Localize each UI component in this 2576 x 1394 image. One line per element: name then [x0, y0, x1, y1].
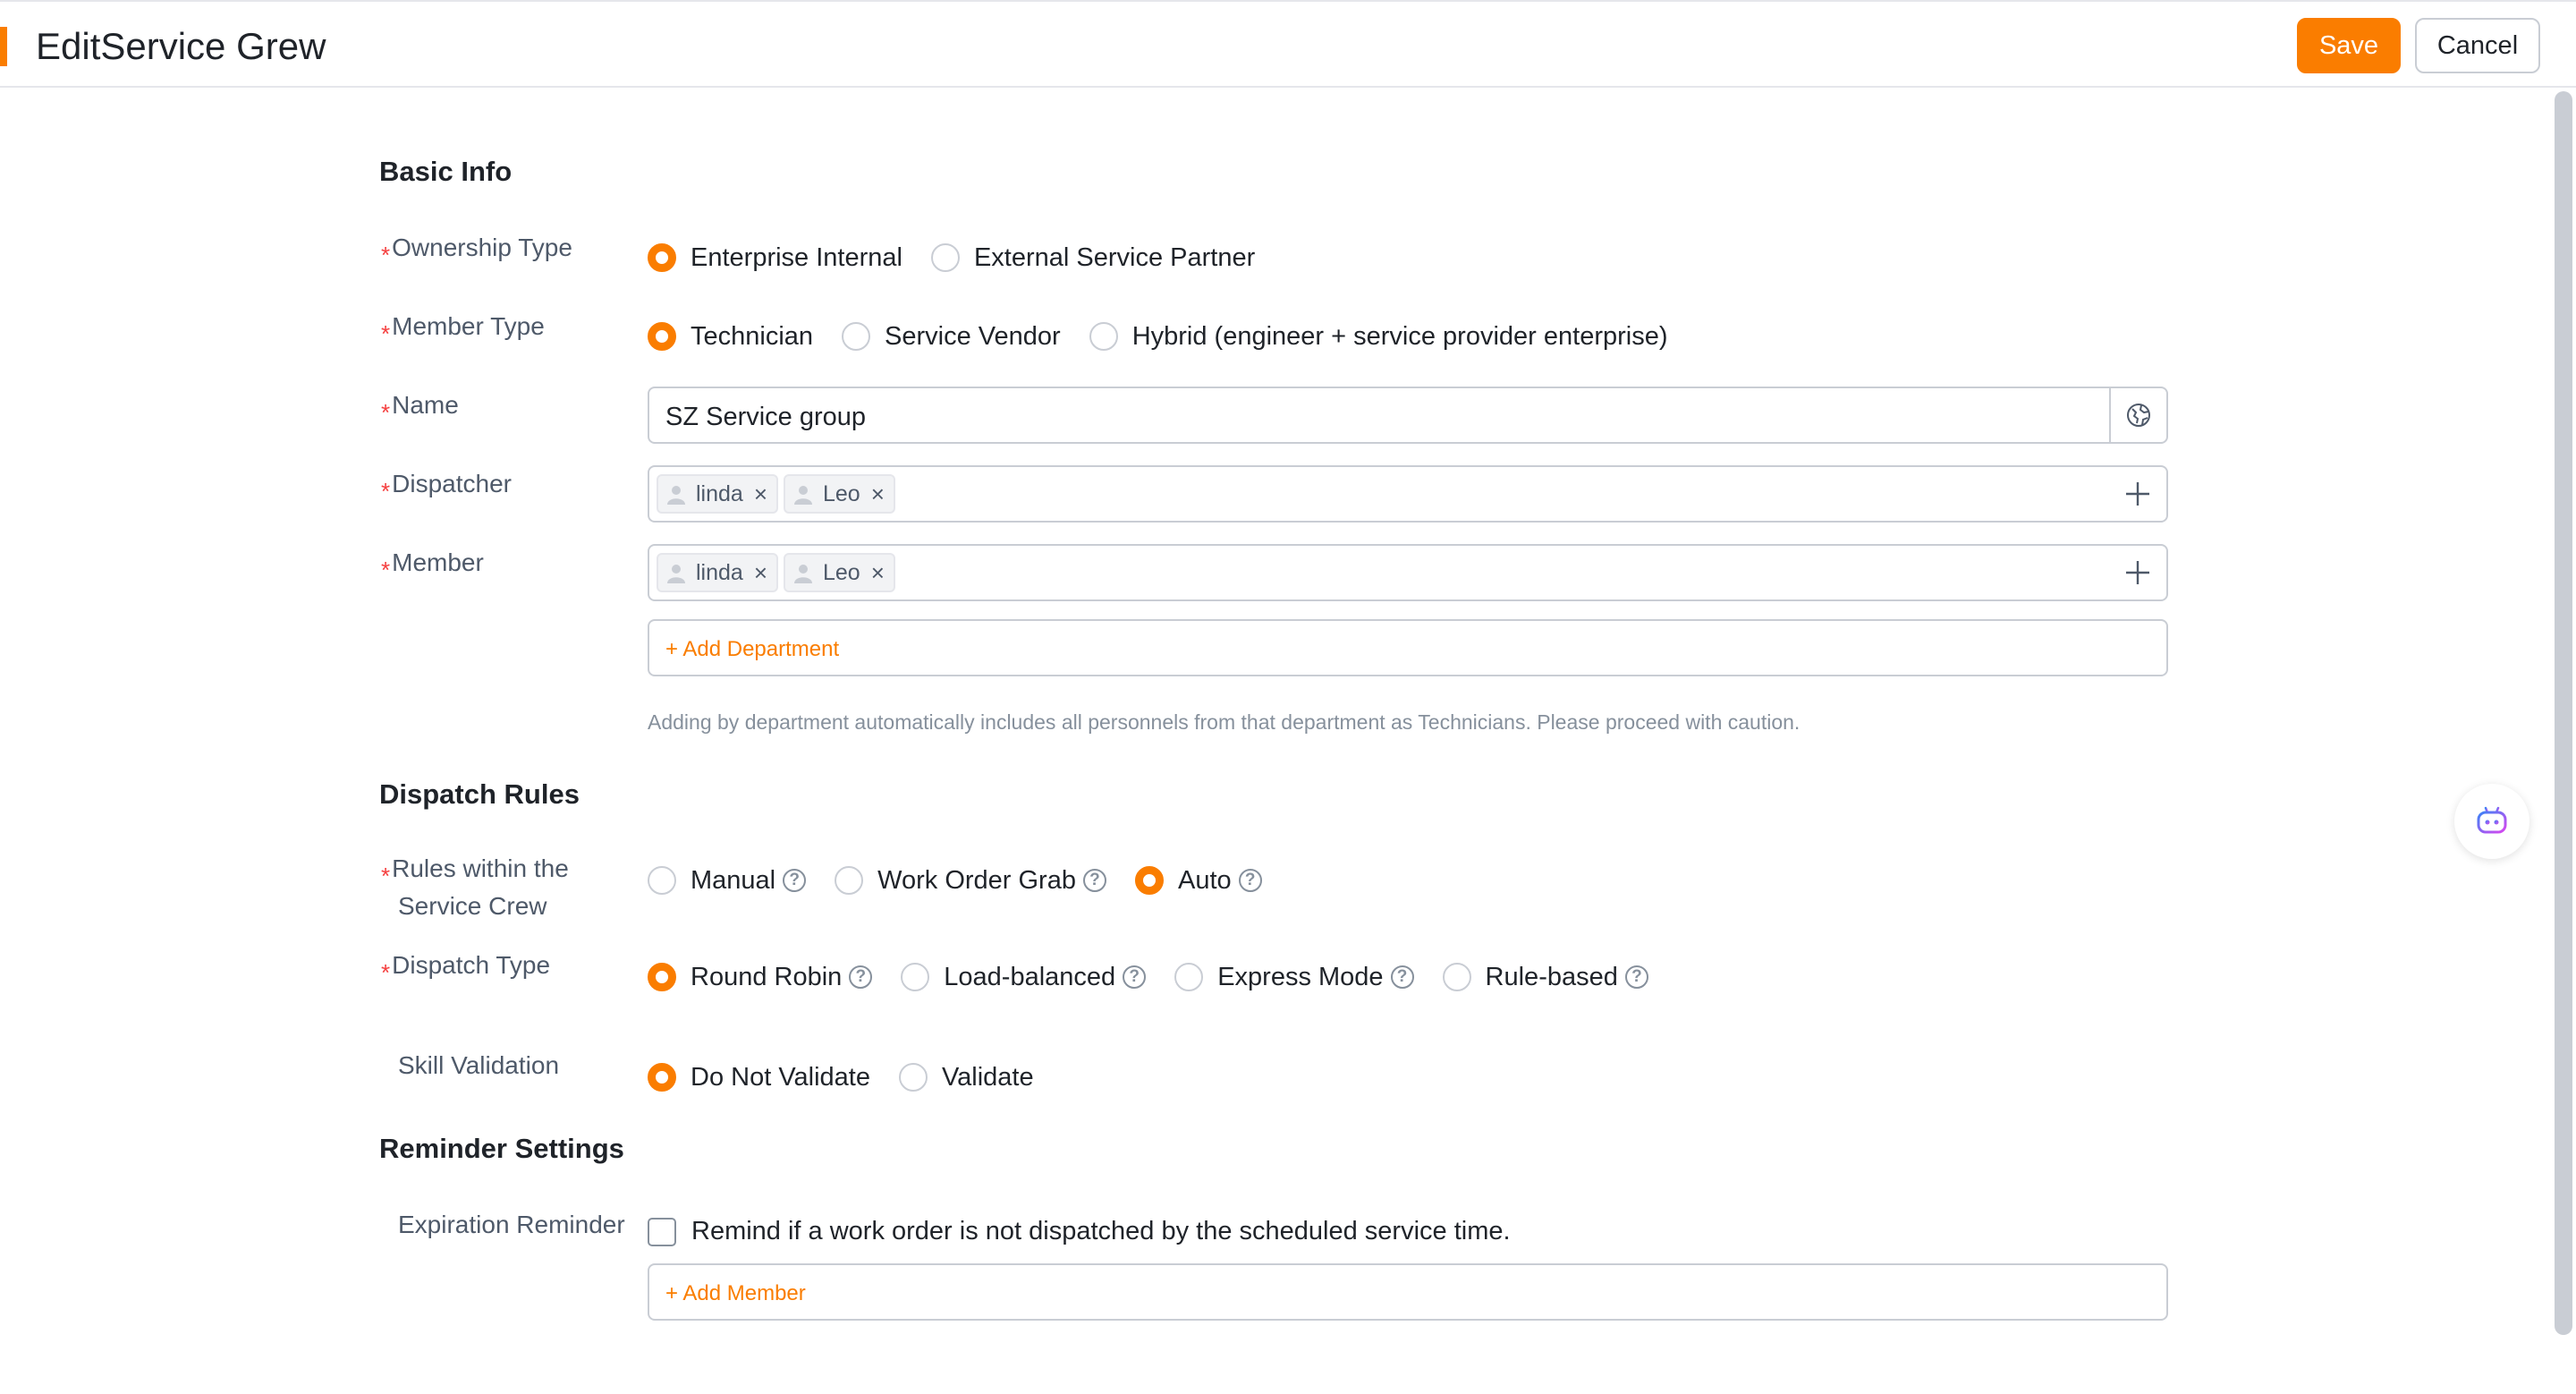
radio-manual[interactable]: Manual? [648, 866, 807, 896]
required-mark: * [381, 242, 391, 268]
accent-bar [0, 27, 7, 66]
name-label: *Name [381, 391, 459, 426]
tag-label: Leo [823, 480, 860, 506]
top-bar: EditService Grew Save Cancel [0, 0, 2576, 88]
help-icon[interactable]: ? [1238, 869, 1262, 892]
member-tag: linda × [657, 553, 779, 592]
globe-icon[interactable] [2109, 388, 2166, 442]
avatar-icon [794, 565, 812, 583]
radio-dot[interactable] [1442, 963, 1471, 991]
section-title-reminder-settings: Reminder Settings [379, 1133, 624, 1164]
radio-dot[interactable] [930, 243, 960, 272]
expiration-reminder-checkbox-label[interactable]: Remind if a work order is not dispatched… [691, 1217, 1511, 1246]
name-input[interactable]: SZ Service group [648, 387, 2168, 444]
radio-dot[interactable] [1089, 322, 1118, 351]
help-icon[interactable]: ? [1123, 965, 1147, 989]
dispatch-type-radio-group: Round Robin? Load-balanced? Express Mode… [648, 957, 1677, 997]
radio-dot[interactable] [1134, 866, 1164, 895]
remove-tag-icon[interactable]: × [754, 482, 767, 506]
required-mark: * [381, 959, 391, 986]
remove-tag-icon[interactable]: × [754, 561, 767, 584]
required-mark: * [381, 478, 391, 505]
radio-dot[interactable] [1174, 963, 1204, 991]
radio-express-mode[interactable]: Express Mode? [1174, 963, 1414, 992]
radio-dot[interactable] [901, 963, 930, 991]
radio-round-robin[interactable]: Round Robin? [648, 963, 873, 992]
add-department-link[interactable]: + Add Department [665, 637, 839, 662]
tag-label: linda [696, 559, 743, 585]
add-dispatcher-plus-icon[interactable] [2122, 478, 2154, 510]
add-member-link[interactable]: + Add Member [665, 1281, 806, 1306]
radio-enterprise-internal[interactable]: Enterprise Internal [648, 243, 902, 273]
radio-dot[interactable] [648, 243, 676, 272]
skill-validation-radio-group: Do Not Validate Validate [648, 1058, 1063, 1097]
ownership-type-label: *Ownership Type [381, 234, 572, 268]
avatar-icon [667, 565, 685, 583]
radio-rule-based[interactable]: Rule-based? [1442, 963, 1648, 992]
radio-auto[interactable]: Auto? [1134, 866, 1262, 896]
tag-label: linda [696, 480, 743, 506]
name-input-value[interactable]: SZ Service group [665, 403, 866, 432]
help-icon[interactable]: ? [783, 869, 807, 892]
radio-dot[interactable] [842, 322, 871, 351]
section-title-basic-info: Basic Info [379, 156, 513, 187]
add-member-plus-icon[interactable] [2122, 557, 2154, 589]
skill-validation-label: Skill Validation [398, 1051, 560, 1079]
radio-external-service-partner[interactable]: External Service Partner [930, 243, 1255, 273]
avatar-icon [794, 486, 812, 505]
dispatcher-select[interactable]: linda × Leo × [648, 465, 2168, 523]
dispatcher-tag: linda × [657, 474, 779, 514]
help-icon[interactable]: ? [1082, 869, 1106, 892]
assistant-bot-icon[interactable] [2454, 784, 2529, 859]
required-mark: * [381, 320, 391, 347]
member-type-label: *Member Type [381, 312, 545, 347]
dispatch-type-label: *Dispatch Type [381, 951, 551, 986]
add-department-field[interactable]: + Add Department [648, 619, 2168, 676]
dispatcher-tag: Leo × [784, 474, 895, 514]
rules-within-label: *Rules within the Service Crew [381, 854, 569, 920]
tag-label: Leo [823, 559, 860, 585]
help-icon[interactable]: ? [849, 965, 873, 989]
avatar-icon [667, 486, 685, 505]
vertical-scrollbar[interactable] [2555, 91, 2572, 1335]
radio-service-vendor[interactable]: Service Vendor [842, 322, 1061, 352]
member-select[interactable]: linda × Leo × [648, 544, 2168, 601]
member-type-radio-group: Technician Service Vendor Hybrid (engine… [648, 317, 1697, 356]
page-title: EditService Grew [36, 25, 326, 67]
radio-dot[interactable] [648, 963, 676, 991]
remove-tag-icon[interactable]: × [871, 561, 885, 584]
radio-technician[interactable]: Technician [648, 322, 813, 352]
required-mark: * [381, 557, 391, 583]
section-title-dispatch-rules: Dispatch Rules [379, 778, 580, 810]
radio-do-not-validate[interactable]: Do Not Validate [648, 1063, 870, 1092]
expiration-reminder-checkbox[interactable] [648, 1218, 676, 1246]
save-button[interactable]: Save [2297, 18, 2401, 73]
radio-validate[interactable]: Validate [898, 1063, 1034, 1092]
rules-within-radio-group: Manual? Work Order Grab? Auto? [648, 861, 1291, 900]
expiration-reminder-label: Expiration Reminder [398, 1211, 625, 1238]
dispatcher-label: *Dispatcher [381, 470, 512, 505]
department-hint: Adding by department automatically inclu… [648, 710, 1801, 734]
member-label: *Member [381, 548, 484, 583]
radio-dot[interactable] [835, 866, 864, 895]
radio-hybrid[interactable]: Hybrid (engineer + service provider ente… [1089, 322, 1668, 352]
member-tag: Leo × [784, 553, 895, 592]
help-icon[interactable]: ? [1390, 965, 1414, 989]
radio-work-order-grab[interactable]: Work Order Grab? [835, 866, 1106, 896]
radio-load-balanced[interactable]: Load-balanced? [901, 963, 1147, 992]
add-member-field[interactable]: + Add Member [648, 1263, 2168, 1321]
remove-tag-icon[interactable]: × [871, 482, 885, 506]
help-icon[interactable]: ? [1624, 965, 1648, 989]
ownership-type-radio-group: Enterprise Internal External Service Par… [648, 238, 1284, 277]
radio-dot[interactable] [648, 866, 676, 895]
required-mark: * [381, 399, 391, 426]
radio-dot[interactable] [648, 322, 676, 351]
required-mark: * [381, 863, 391, 889]
cancel-button[interactable]: Cancel [2415, 18, 2540, 73]
radio-dot[interactable] [648, 1063, 676, 1092]
radio-dot[interactable] [898, 1063, 928, 1092]
